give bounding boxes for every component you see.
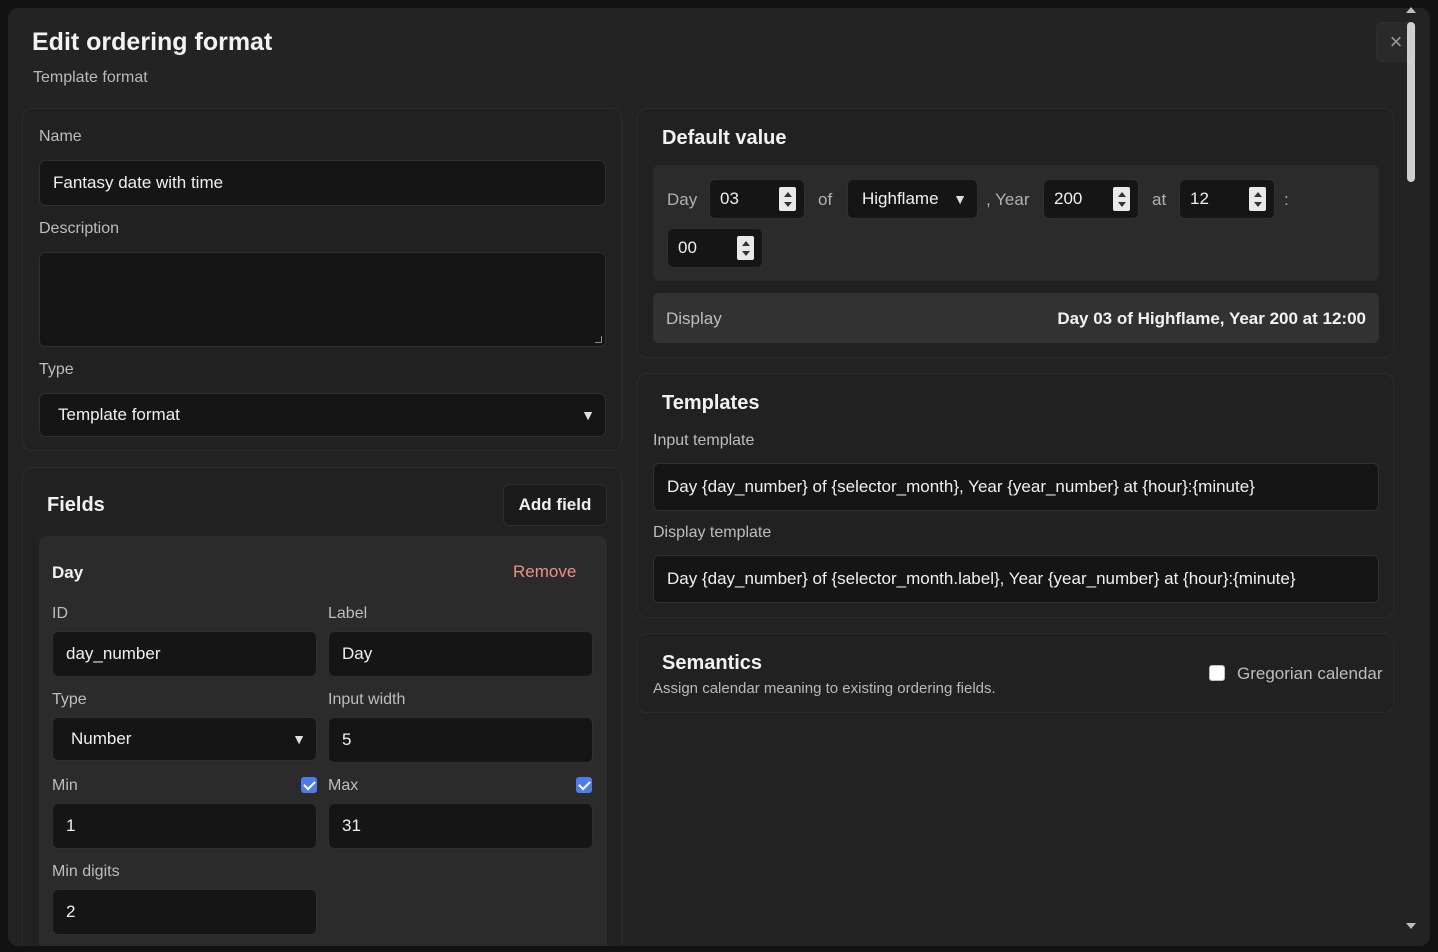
display-preview: Display Day 03 of Highflame, Year 200 at… bbox=[653, 293, 1379, 343]
input-template-label: Input template bbox=[653, 432, 755, 449]
max-input[interactable]: 31 bbox=[328, 803, 593, 849]
spinner-icon[interactable] bbox=[779, 187, 796, 211]
templates-title: Templates bbox=[662, 392, 760, 414]
day-number-value: 03 bbox=[720, 189, 739, 208]
close-icon: × bbox=[1389, 29, 1403, 54]
name-label: Name bbox=[39, 128, 82, 145]
description-label: Description bbox=[39, 220, 120, 237]
minute-input[interactable]: 00 bbox=[667, 228, 763, 268]
default-value-title: Default value bbox=[662, 127, 787, 149]
chevron-down-icon: ▼ bbox=[581, 407, 595, 423]
templates-card: Templates Input template Day {day_number… bbox=[637, 373, 1394, 618]
dialog-subtitle: Template format bbox=[33, 69, 148, 86]
field-id-label: ID bbox=[52, 605, 68, 622]
year-text: , Year bbox=[986, 190, 1030, 209]
input-width-label: Input width bbox=[328, 691, 406, 708]
add-field-button[interactable]: Add field bbox=[503, 484, 607, 526]
gregorian-calendar-checkbox[interactable] bbox=[1209, 665, 1225, 681]
min-digits-label: Min digits bbox=[52, 863, 120, 880]
month-select-value: Highflame bbox=[862, 189, 939, 208]
scroll-down-arrow-icon[interactable] bbox=[1406, 923, 1416, 929]
spinner-icon[interactable] bbox=[1249, 187, 1266, 211]
day-text: Day bbox=[667, 190, 698, 209]
description-textarea[interactable] bbox=[39, 252, 606, 347]
display-label: Display bbox=[666, 309, 722, 328]
fields-title: Fields bbox=[47, 494, 105, 516]
colon-text: : bbox=[1284, 190, 1289, 209]
chevron-down-icon: ▼ bbox=[292, 731, 306, 747]
gregorian-calendar-label[interactable]: Gregorian calendar bbox=[1237, 664, 1383, 684]
year-number-input[interactable]: 200 bbox=[1043, 179, 1139, 219]
input-template-input[interactable]: Day {day_number} of {selector_month}, Ye… bbox=[653, 463, 1379, 511]
edit-ordering-format-dialog: Edit ordering format Template format × N… bbox=[8, 8, 1430, 946]
max-label: Max bbox=[328, 777, 359, 794]
display-template-input[interactable]: Day {day_number} of {selector_month.labe… bbox=[653, 555, 1379, 603]
field-label-input[interactable]: Day bbox=[328, 631, 593, 677]
chevron-down-icon: ▼ bbox=[953, 191, 967, 207]
dialog-title: Edit ordering format bbox=[32, 28, 273, 56]
fields-card: Fields Add field Day Remove ID day_numbe… bbox=[22, 467, 622, 946]
field-type-select[interactable]: Number ▼ bbox=[52, 717, 317, 761]
of-text: of bbox=[818, 190, 833, 209]
min-label: Min bbox=[52, 777, 78, 794]
field-label-label: Label bbox=[328, 605, 368, 622]
hour-input[interactable]: 12 bbox=[1179, 179, 1275, 219]
day-number-input[interactable]: 03 bbox=[709, 179, 805, 219]
scrollbar-thumb[interactable] bbox=[1407, 22, 1415, 182]
input-width-input[interactable]: 5 bbox=[328, 717, 593, 763]
field-title: Day bbox=[52, 563, 84, 582]
semantics-title: Semantics bbox=[662, 652, 763, 674]
spinner-icon[interactable] bbox=[1113, 187, 1130, 211]
default-value-editor: Day 03 of Highflame ▼ , Year 200 at 12 : bbox=[653, 165, 1379, 281]
display-value: Day 03 of Highflame, Year 200 at 12:00 bbox=[1057, 309, 1366, 328]
type-select-value: Template format bbox=[58, 405, 180, 424]
spinner-icon[interactable] bbox=[737, 236, 754, 260]
type-label: Type bbox=[39, 361, 74, 378]
min-input[interactable]: 1 bbox=[52, 803, 317, 849]
resize-handle-icon[interactable] bbox=[595, 336, 602, 343]
display-template-label: Display template bbox=[653, 524, 772, 541]
minute-value: 00 bbox=[678, 238, 697, 257]
semantics-card: Semantics Assign calendar meaning to exi… bbox=[637, 633, 1394, 713]
month-select[interactable]: Highflame ▼ bbox=[847, 179, 978, 219]
field-item-day: Day Remove ID day_number Label Day Type … bbox=[39, 536, 607, 946]
year-number-value: 200 bbox=[1054, 189, 1083, 208]
at-text: at bbox=[1152, 190, 1167, 209]
scroll-up-arrow-icon[interactable] bbox=[1406, 7, 1416, 13]
details-card: Name Fantasy date with time Description … bbox=[22, 108, 622, 451]
min-checkbox[interactable] bbox=[301, 777, 317, 793]
name-input[interactable]: Fantasy date with time bbox=[39, 160, 606, 206]
hour-value: 12 bbox=[1190, 189, 1209, 208]
min-digits-input[interactable]: 2 bbox=[52, 889, 317, 935]
default-value-card: Default value Day 03 of Highflame ▼ , Ye… bbox=[637, 108, 1394, 358]
field-type-value: Number bbox=[71, 729, 132, 748]
type-select[interactable]: Template format ▼ bbox=[39, 393, 606, 437]
field-id-input[interactable]: day_number bbox=[52, 631, 317, 677]
remove-field-button[interactable]: Remove bbox=[513, 562, 576, 582]
field-type-label: Type bbox=[52, 691, 87, 708]
max-checkbox[interactable] bbox=[576, 777, 592, 793]
semantics-description: Assign calendar meaning to existing orde… bbox=[653, 680, 996, 697]
